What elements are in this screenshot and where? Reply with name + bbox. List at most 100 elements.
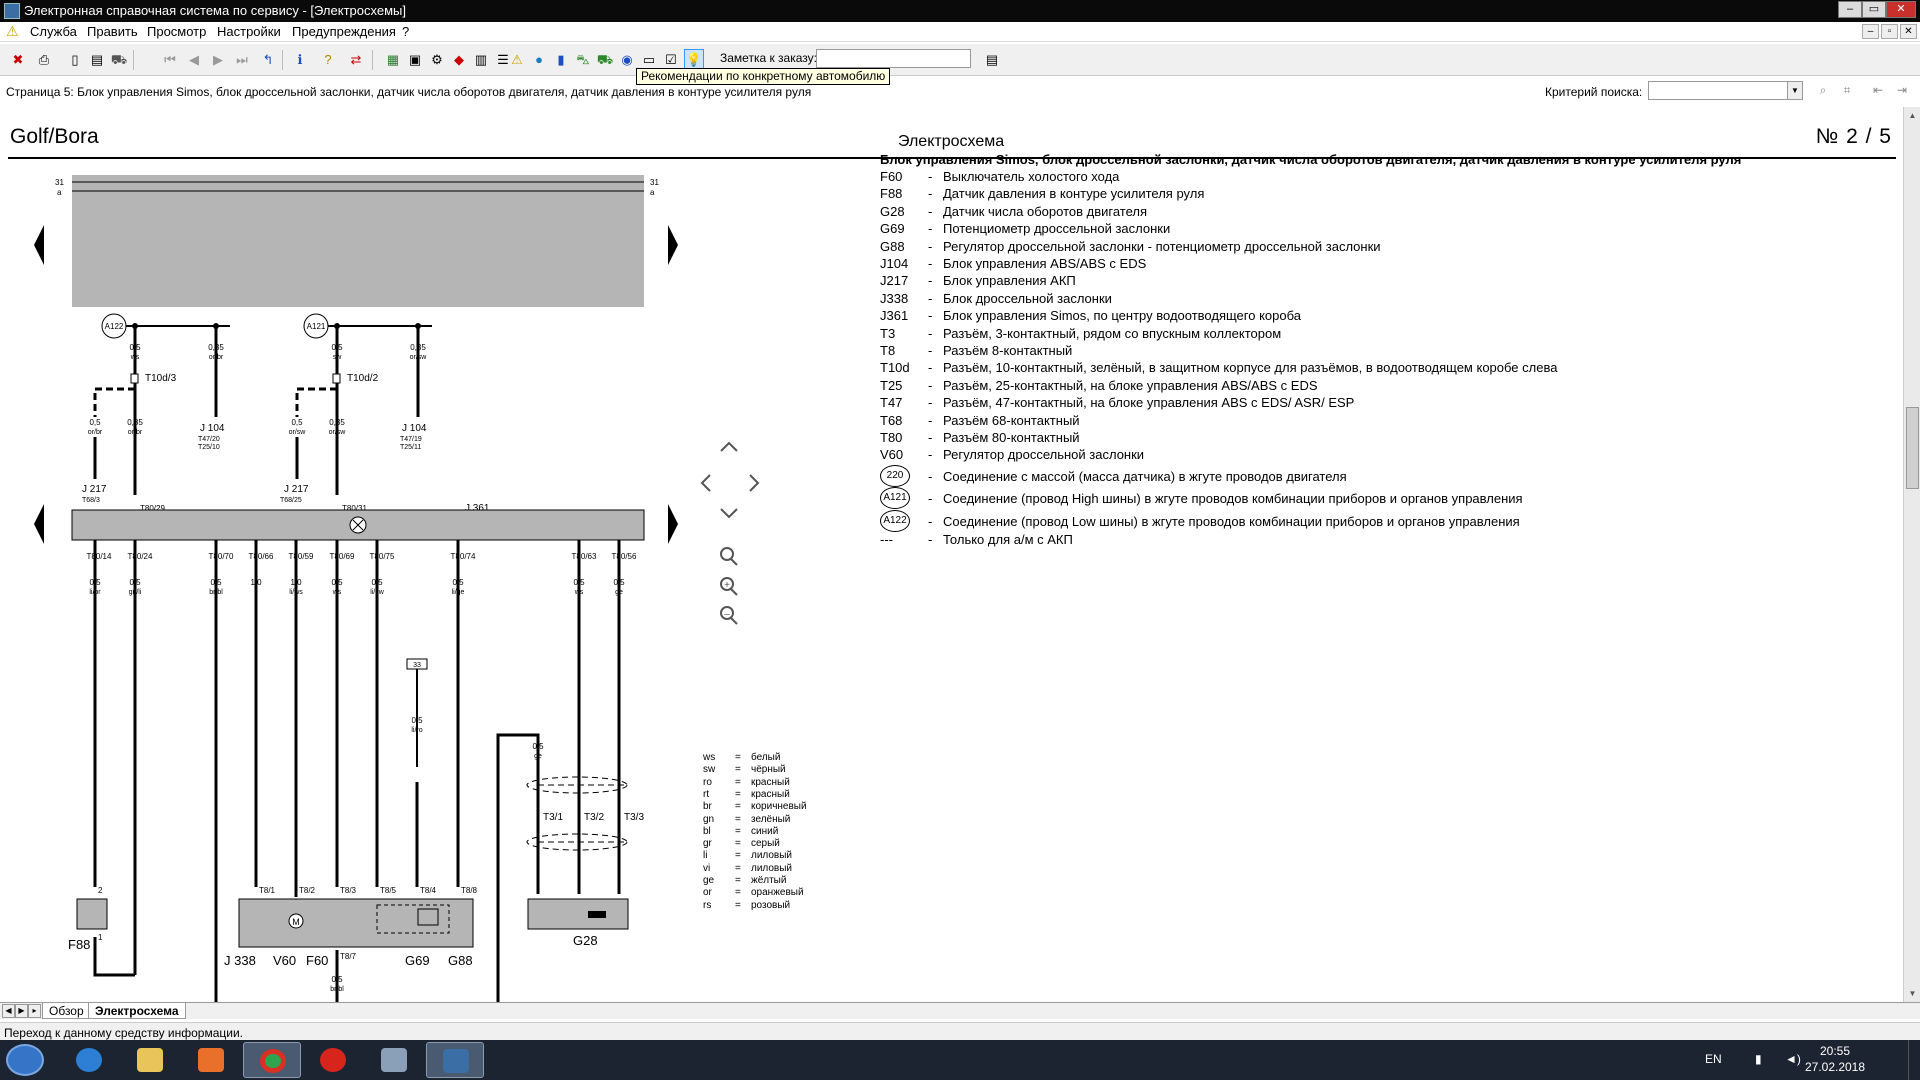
wiring-icon[interactable]: ▦ bbox=[383, 49, 403, 69]
doc-list-icon[interactable]: ▤ bbox=[87, 49, 107, 69]
svg-text:T68/3: T68/3 bbox=[82, 497, 100, 504]
svg-text:T80/63: T80/63 bbox=[572, 552, 597, 561]
chevron-down-icon[interactable]: ▼ bbox=[1787, 82, 1802, 99]
search-label: Критерий поиска: bbox=[1545, 85, 1643, 99]
menu-view[interactable]: Просмотр bbox=[147, 24, 206, 39]
last-page-icon[interactable]: ⏭ bbox=[232, 49, 252, 69]
back-icon[interactable]: ↰ bbox=[258, 49, 278, 69]
close-button[interactable]: ✕ bbox=[1886, 1, 1916, 18]
rail-a-left: a bbox=[57, 188, 62, 197]
menu-help[interactable]: ? bbox=[402, 24, 409, 39]
globe-icon[interactable]: ● bbox=[529, 49, 549, 69]
legend-code: T10d bbox=[880, 360, 910, 376]
svg-text:0,35: 0,35 bbox=[410, 343, 426, 352]
taskbar-chrome[interactable] bbox=[243, 1042, 301, 1078]
volume-icon[interactable]: ◄) bbox=[1785, 1052, 1801, 1066]
engine-icon[interactable]: ⚙ bbox=[427, 49, 447, 69]
menu-service[interactable]: Служба bbox=[30, 24, 77, 39]
truck-icon[interactable]: ▭ bbox=[639, 49, 659, 69]
tab-first-icon[interactable]: ◀ bbox=[2, 1004, 15, 1018]
print-icon[interactable]: ⎙ bbox=[34, 49, 54, 69]
clock-time: 20:55 bbox=[1819, 1044, 1851, 1058]
car2-icon[interactable]: ⛟ bbox=[595, 49, 615, 69]
taskbar-elsa[interactable] bbox=[426, 1042, 484, 1078]
legend-title: Блок управления Simos, блок дроссельной … bbox=[880, 152, 1742, 167]
mdi-close-button[interactable]: ✕ bbox=[1900, 24, 1917, 39]
color-code: ge bbox=[703, 875, 715, 886]
vertical-scrollbar[interactable]: ▲ ▼ bbox=[1903, 107, 1920, 1002]
legend-desc: Датчик давления в контуре усилителя руля bbox=[943, 186, 1205, 202]
mdi-restore-button[interactable]: ▫ bbox=[1881, 24, 1898, 39]
search-reset-icon[interactable]: ⌗ bbox=[1837, 80, 1857, 100]
legend-code: 220 bbox=[880, 464, 910, 487]
mdi-minimize-button[interactable]: – bbox=[1862, 24, 1879, 39]
clock[interactable]: 20:55 27.02.2018 bbox=[1800, 1043, 1870, 1075]
tab-overview[interactable]: Обзор bbox=[42, 1003, 91, 1019]
search-combobox[interactable]: ▼ bbox=[1648, 81, 1803, 100]
color-code: vi bbox=[703, 862, 711, 874]
taskbar-explorer[interactable] bbox=[121, 1042, 179, 1078]
show-desktop-button[interactable] bbox=[1908, 1040, 1920, 1080]
scroll-down-icon[interactable]: ▼ bbox=[1904, 985, 1920, 1002]
swap-icon[interactable]: ⇄ bbox=[346, 49, 366, 69]
taskbar-calculator[interactable] bbox=[365, 1042, 423, 1078]
language-indicator[interactable]: EN bbox=[1705, 1052, 1722, 1066]
menu-settings[interactable]: Настройки bbox=[217, 24, 281, 39]
taskbar-ie[interactable] bbox=[60, 1042, 118, 1078]
wiring-diagram: 31 a 31 a A122 A121 0,5 ws 0,5 sw T10d/3… bbox=[34, 175, 760, 1007]
svg-text:br/bl: br/bl bbox=[330, 986, 344, 993]
new-doc-icon[interactable]: ▯ bbox=[65, 49, 85, 69]
help-icon[interactable]: ? bbox=[318, 49, 338, 69]
network-icon[interactable]: ▮ bbox=[1755, 1052, 1762, 1066]
search-icon[interactable]: ⌕ bbox=[1813, 80, 1833, 100]
legend-desc: Соединение (провод High шины) в жгуте пр… bbox=[943, 491, 1523, 507]
checklist-icon[interactable]: ☑ bbox=[661, 49, 681, 69]
color-code: br bbox=[703, 801, 712, 813]
diagnostic-icon[interactable]: ◉ bbox=[617, 49, 637, 69]
note-edit-icon[interactable]: ▤ bbox=[982, 49, 1002, 69]
expand-right-icon[interactable]: ⇥ bbox=[1892, 80, 1912, 100]
warning-icon[interactable]: ⚠ bbox=[507, 49, 527, 69]
taskbar-media[interactable] bbox=[182, 1042, 240, 1078]
svg-text:T8/3: T8/3 bbox=[340, 886, 357, 895]
svg-text:0,5: 0,5 bbox=[210, 578, 222, 587]
dtc-icon[interactable]: ▥ bbox=[471, 49, 491, 69]
car-icon[interactable]: ⛟ bbox=[109, 49, 129, 69]
book-icon[interactable]: ▣ bbox=[405, 49, 425, 69]
taskbar-yandex[interactable] bbox=[304, 1042, 362, 1078]
legend-code: F88 bbox=[880, 186, 903, 202]
component-icon[interactable]: ◆ bbox=[449, 49, 469, 69]
exit-icon[interactable]: ✖ bbox=[8, 49, 28, 69]
color-equals: = bbox=[735, 838, 741, 850]
menu-edit[interactable]: Править bbox=[87, 24, 138, 39]
svg-text:or/br: or/br bbox=[209, 354, 224, 361]
legend-desc: Разъём, 25-контактный, на блоке управлен… bbox=[943, 377, 1318, 393]
color-code: ws bbox=[703, 752, 716, 763]
first-page-icon[interactable]: ⏮ bbox=[160, 49, 180, 69]
minimize-button[interactable]: – bbox=[1838, 1, 1862, 18]
data-icon[interactable]: ▮ bbox=[551, 49, 571, 69]
recommendations-icon[interactable]: 💡 bbox=[684, 49, 704, 69]
start-button[interactable] bbox=[6, 1044, 44, 1076]
tab-wiring[interactable]: Электросхема bbox=[88, 1003, 186, 1019]
maximize-button[interactable]: ▭ bbox=[1862, 1, 1886, 18]
legend-code: A121 bbox=[880, 487, 910, 510]
prev-page-icon[interactable]: ◀ bbox=[184, 49, 204, 69]
green-car-icon[interactable]: ⛍ bbox=[573, 49, 593, 69]
tab-next-icon[interactable]: ▸ bbox=[28, 1004, 41, 1018]
scroll-up-icon[interactable]: ▲ bbox=[1904, 107, 1920, 124]
svg-text:T80/66: T80/66 bbox=[249, 552, 274, 561]
order-note-input[interactable] bbox=[816, 49, 971, 68]
legend-code: T8 bbox=[880, 343, 896, 358]
collapse-left-icon[interactable]: ⇤ bbox=[1868, 80, 1888, 100]
next-page-icon[interactable]: ▶ bbox=[208, 49, 228, 69]
info-icon[interactable]: ℹ bbox=[290, 49, 310, 69]
scroll-thumb[interactable] bbox=[1906, 407, 1919, 489]
rail-31-right: 31 bbox=[650, 178, 659, 187]
legend-code: --- bbox=[880, 532, 893, 548]
svg-text:gn/li: gn/li bbox=[129, 589, 142, 596]
svg-text:0,5: 0,5 bbox=[532, 742, 544, 751]
menu-warnings[interactable]: Предупреждения bbox=[292, 24, 396, 39]
tab-prev-icon[interactable]: ▶ bbox=[15, 1004, 28, 1018]
legend-dash: - bbox=[928, 256, 933, 271]
